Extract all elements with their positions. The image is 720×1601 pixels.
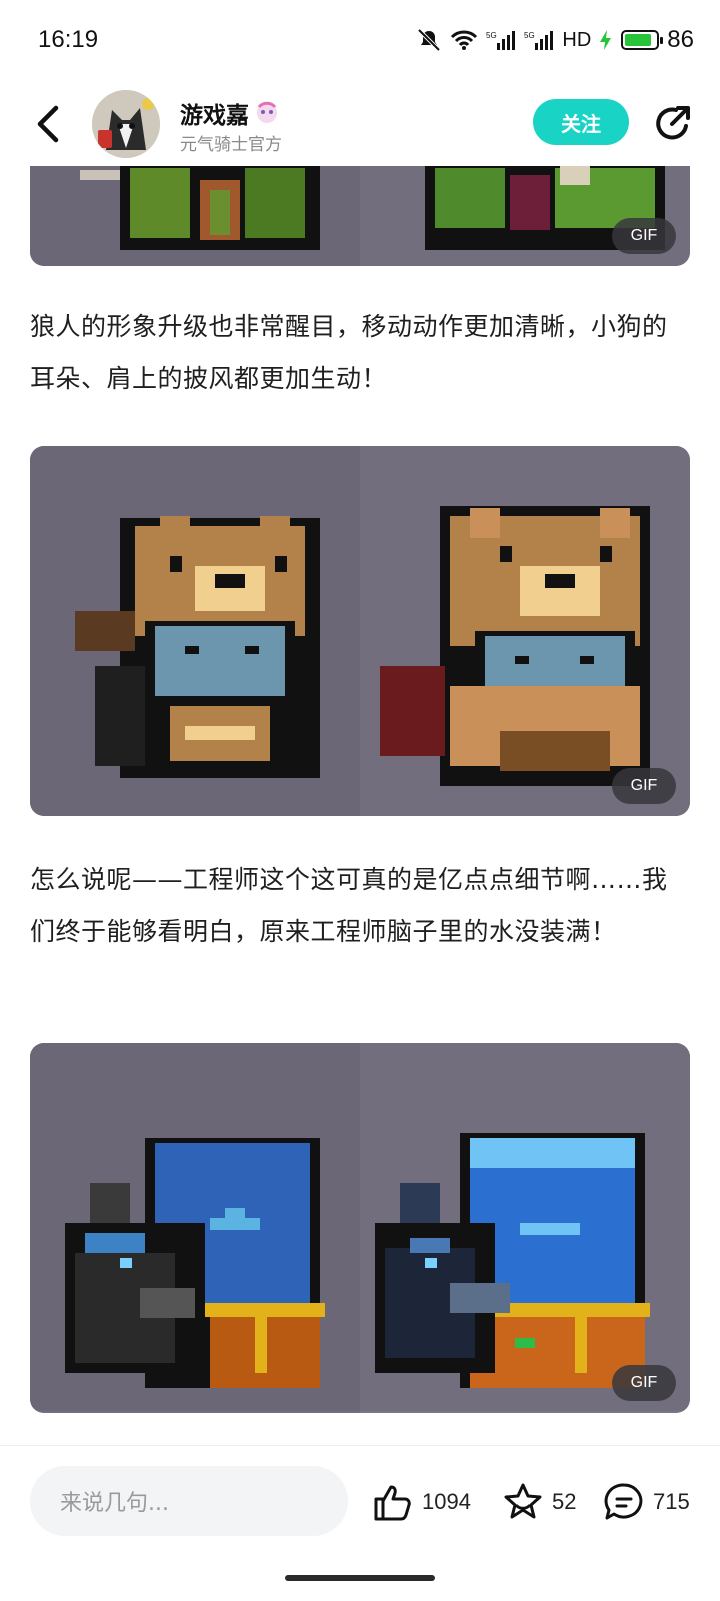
star-icon (504, 1483, 542, 1519)
gif-badge: GIF (612, 1365, 676, 1401)
network-label: HD (562, 28, 592, 51)
battery-percent: 86 (667, 26, 694, 53)
svg-text:5G: 5G (524, 31, 535, 40)
status-icons: 5G 5G HD 86 (416, 24, 694, 56)
battery-icon (621, 30, 664, 50)
wifi-icon (451, 30, 478, 50)
author-name[interactable]: 游戏嘉 (180, 96, 281, 130)
mute-icon (417, 28, 441, 52)
media-image-2[interactable]: GIF (30, 446, 690, 816)
signal-icon: 5G (486, 31, 516, 50)
back-icon (37, 105, 59, 143)
paragraph-1: 狼人的形象升级也非常醒目，移动动作更加清晰，小狗的耳朵、肩上的披风都更加生动！ (30, 312, 668, 393)
author-name-text: 游戏嘉 (180, 103, 249, 129)
verified-badge-icon (257, 101, 277, 123)
home-indicator[interactable] (285, 1575, 435, 1581)
werewolf-new-sprite (380, 506, 650, 786)
thumbs-up-icon (374, 1485, 411, 1521)
like-count: 1094 (422, 1489, 471, 1514)
paragraph-2: 怎么说呢——工程师这个这可真的是亿点点细节啊……我们终于能够看明白，原来工程师脑… (30, 865, 668, 946)
author-subtitle: 元气骑士官方 (180, 135, 282, 155)
avatar[interactable] (92, 90, 160, 158)
back-button[interactable] (30, 102, 70, 146)
werewolf-old-sprite (75, 516, 320, 778)
media-image-3[interactable]: GIF (30, 1043, 690, 1413)
battery-fill (625, 34, 652, 46)
charging-icon (600, 30, 612, 50)
status-time: 16:19 (38, 26, 99, 53)
comment-input[interactable]: 来说几句... (30, 1466, 348, 1536)
post-header: 游戏嘉 元气骑士官方 关注 (0, 84, 720, 166)
share-icon (656, 106, 690, 140)
share-button[interactable] (650, 102, 694, 146)
media-image-1[interactable]: GIF (30, 150, 690, 266)
comment-count: 715 (653, 1489, 690, 1514)
engineer-old-sprite (65, 1138, 325, 1388)
favorite-count: 52 (552, 1489, 577, 1514)
follow-button[interactable]: 关注 (533, 99, 629, 145)
signal-icon-2: 5G (524, 31, 554, 50)
comment-button[interactable]: 715 (603, 1474, 690, 1530)
svg-text:5G: 5G (486, 31, 497, 40)
engineer-new-sprite (375, 1133, 650, 1388)
content-fade (0, 1410, 720, 1446)
like-button[interactable]: 1094 (372, 1474, 471, 1530)
gif-badge: GIF (612, 768, 676, 804)
status-bar: 16:19 5G 5G HD 86 (0, 0, 720, 84)
gif-badge: GIF (612, 218, 676, 254)
comment-icon (604, 1483, 643, 1520)
favorite-button[interactable]: 52 (502, 1474, 576, 1530)
